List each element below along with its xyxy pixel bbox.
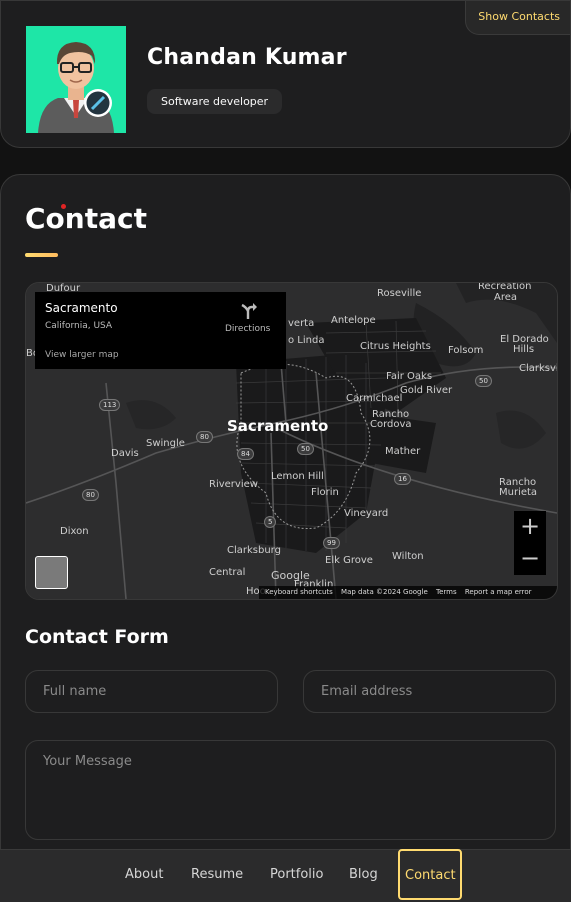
map-label: verta <box>288 318 315 329</box>
map-label: Murieta <box>499 487 538 498</box>
highway-shield: 84 <box>237 448 254 460</box>
google-logo: Google <box>271 569 310 582</box>
message-textarea[interactable] <box>25 740 556 840</box>
map-label: Vineyard <box>344 508 389 519</box>
title-underline <box>25 253 58 257</box>
map-place-address: California, USA <box>45 321 113 331</box>
map-label: o Linda <box>288 335 325 346</box>
highway-shield: 80 <box>82 489 99 501</box>
nav-contact[interactable]: Contact <box>398 849 462 900</box>
map-label: Carmichael <box>346 393 403 404</box>
cursor-dot <box>61 204 66 209</box>
map-data-attribution: Map data ©2024 Google <box>341 588 428 596</box>
map-label: Mather <box>385 446 421 457</box>
map-place-name: Sacramento <box>45 301 118 315</box>
map-info-card: Sacramento California, USA View larger m… <box>35 292 286 369</box>
map-label: Antelope <box>331 315 376 326</box>
map-label: Folsom <box>448 345 484 356</box>
view-larger-map-link[interactable]: View larger map <box>45 350 119 360</box>
map-label: Swingle <box>146 438 185 449</box>
show-contacts-button[interactable]: Show Contacts <box>465 1 570 35</box>
map-layer-toggle[interactable] <box>35 556 68 589</box>
map-label: Elk Grove <box>325 555 373 566</box>
map-label: Fair Oaks <box>386 371 433 382</box>
full-name-input[interactable] <box>25 670 278 713</box>
contact-form-title: Contact Form <box>25 626 169 648</box>
map-label: Hills <box>513 344 535 355</box>
nav-about[interactable]: About <box>125 850 163 902</box>
profile-name: Chandan Kumar <box>147 45 347 70</box>
map-attribution-bar: Keyboard shortcuts Map data ©2024 Google… <box>259 586 557 599</box>
nav-portfolio[interactable]: Portfolio <box>270 850 323 902</box>
map-label: Gold River <box>400 385 453 396</box>
page-title: Contact <box>25 202 147 235</box>
map-label: Cordova <box>370 419 412 430</box>
highway-shield: 99 <box>323 537 340 549</box>
map-label: Davis <box>111 448 139 459</box>
map-label: Central <box>209 567 246 578</box>
map-label: Florin <box>311 487 339 498</box>
map-label: Clarksburg <box>227 545 281 556</box>
highway-shield: 50 <box>297 443 314 455</box>
avatar <box>26 26 126 133</box>
profile-card: Chandan Kumar Software developer Show Co… <box>0 0 571 148</box>
terms-link[interactable]: Terms <box>436 588 457 596</box>
nav-blog[interactable]: Blog <box>349 850 378 902</box>
map-label: Riverview <box>209 479 258 490</box>
keyboard-shortcuts-link[interactable]: Keyboard shortcuts <box>265 588 333 596</box>
directions-link[interactable]: Directions <box>225 324 270 334</box>
map-label: Lemon Hill <box>271 471 324 482</box>
map-label: Dixon <box>60 526 89 537</box>
nav-resume[interactable]: Resume <box>191 850 243 902</box>
map-label: Wilton <box>392 551 424 562</box>
profile-title-badge: Software developer <box>147 89 283 114</box>
map-zoom-controls: + − <box>514 511 546 575</box>
map-label: Clarksvil <box>519 363 558 374</box>
report-map-error-link[interactable]: Report a map error <box>465 588 532 596</box>
directions-icon[interactable] <box>239 302 257 320</box>
map-label: Recreation <box>478 282 532 292</box>
highway-shield: 16 <box>394 473 411 485</box>
zoom-in-button[interactable]: + <box>514 511 546 543</box>
highway-shield: 80 <box>196 431 213 443</box>
map-city-label: Sacramento <box>227 417 329 435</box>
map-embed[interactable]: Dufour Roseville Recreation Area verta A… <box>25 282 558 600</box>
avatar-illustration <box>38 42 114 133</box>
bottom-navbar: About Resume Portfolio Blog Contact <box>0 849 571 902</box>
map-label: Roseville <box>377 288 422 299</box>
map-label: Citrus Heights <box>360 341 431 352</box>
zoom-out-button[interactable]: − <box>514 543 546 575</box>
highway-shield: 113 <box>99 399 121 411</box>
map-label: Area <box>494 292 518 303</box>
highway-shield: 50 <box>475 375 492 387</box>
email-input[interactable] <box>303 670 556 713</box>
